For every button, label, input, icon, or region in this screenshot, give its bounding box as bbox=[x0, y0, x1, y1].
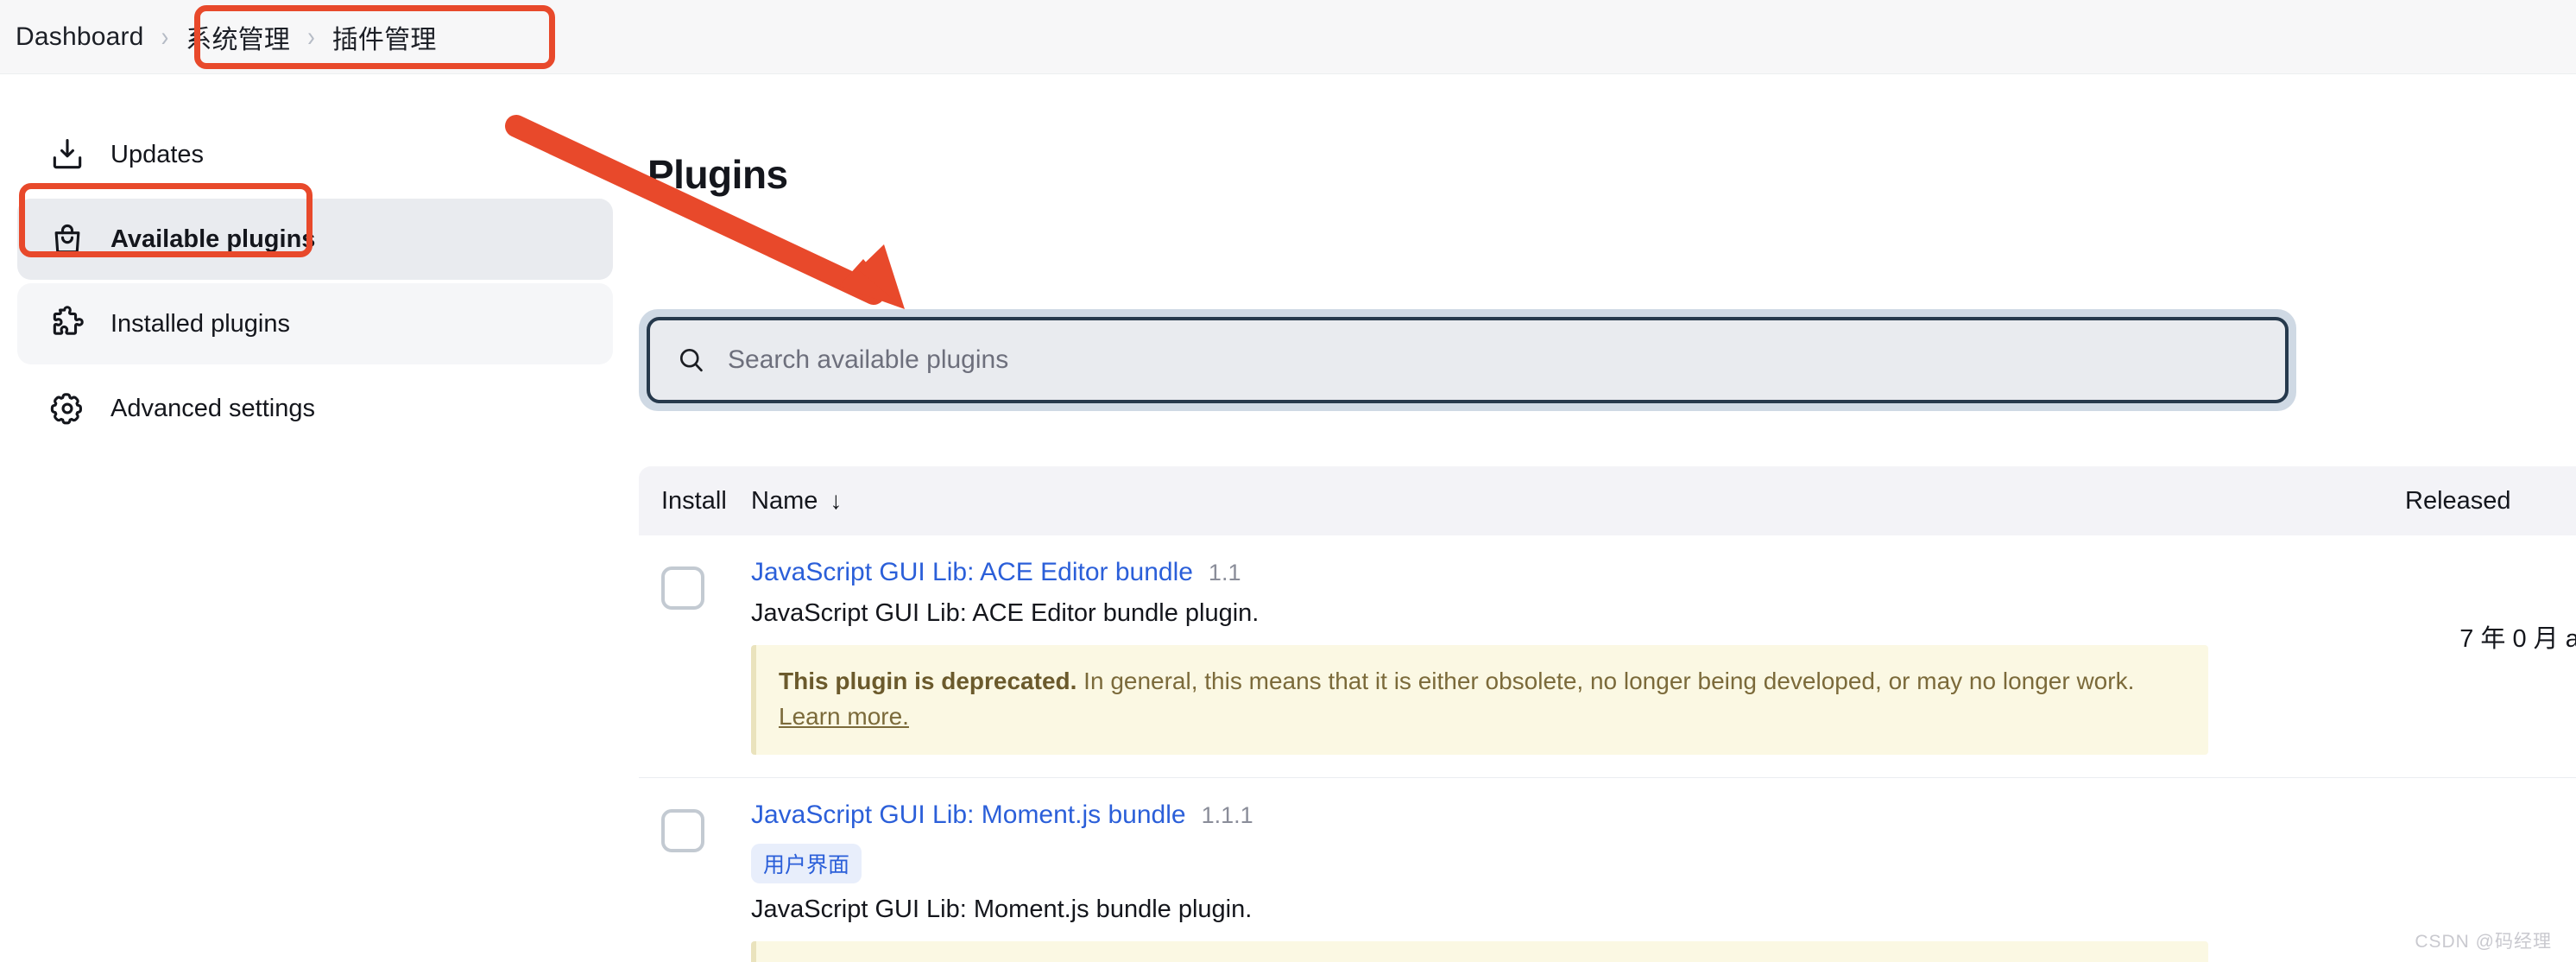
sidebar-item-advanced-settings[interactable]: Advanced settings bbox=[17, 368, 613, 449]
plugin-category-tag[interactable]: 用户界面 bbox=[751, 844, 862, 884]
plugin-info-cell: JavaScript GUI Lib: Moment.js bundle 1.1… bbox=[751, 801, 2576, 962]
search-field-wrapper: Search available plugins bbox=[639, 309, 2296, 411]
column-header-released: Released bbox=[2405, 486, 2511, 515]
breadcrumb-separator-icon: › bbox=[307, 20, 315, 53]
sidebar-item-label: Advanced settings bbox=[110, 394, 315, 422]
breadcrumb-item-system-management[interactable]: 系统管理 bbox=[179, 18, 297, 56]
plugin-description: JavaScript GUI Lib: ACE Editor bundle pl… bbox=[751, 599, 1260, 627]
search-placeholder: Search available plugins bbox=[728, 345, 1009, 374]
deprecation-warning: This plugin is deprecated. In general, t… bbox=[751, 941, 2208, 962]
search-icon bbox=[676, 345, 707, 376]
sidebar-item-installed-plugins[interactable]: Installed plugins bbox=[17, 283, 613, 364]
search-input[interactable]: Search available plugins bbox=[647, 317, 2289, 403]
plugin-description: JavaScript GUI Lib: Moment.js bundle plu… bbox=[751, 896, 1253, 924]
page-title: Plugins bbox=[647, 151, 788, 197]
table-row: JavaScript GUI Lib: Moment.js bundle 1.1… bbox=[639, 778, 2576, 962]
gear-icon bbox=[48, 389, 86, 427]
sidebar-item-label: Available plugins bbox=[110, 225, 316, 253]
table-header-row: Install Name ↓ Released bbox=[639, 466, 2576, 535]
deprecation-warning-title: This plugin is deprecated. bbox=[779, 668, 1077, 694]
deprecation-warning-body: In general, this means that it is either… bbox=[1076, 668, 2135, 694]
download-box-icon bbox=[48, 136, 86, 174]
sidebar-item-label: Updates bbox=[110, 140, 205, 168]
shopping-bag-icon bbox=[48, 220, 86, 258]
plugin-version: 1.1.1 bbox=[1201, 802, 1253, 829]
app-root: Dashboard › 系统管理 › 插件管理 Updates Availabl… bbox=[0, 0, 2576, 962]
sort-descending-icon: ↓ bbox=[830, 487, 843, 514]
plugin-version: 1.1 bbox=[1208, 560, 1241, 585]
watermark: CSDN @码经理 bbox=[2415, 932, 2552, 952]
sidebar: Updates Available plugins Installed plug… bbox=[0, 74, 630, 962]
sidebar-item-updates[interactable]: Updates bbox=[17, 114, 613, 195]
plugin-info-cell: JavaScript GUI Lib: ACE Editor bundle 1.… bbox=[751, 558, 2576, 756]
plugin-name-link[interactable]: JavaScript GUI Lib: Moment.js bundle bbox=[751, 801, 1186, 830]
breadcrumb-separator-icon: › bbox=[161, 20, 169, 53]
sidebar-item-label: Installed plugins bbox=[110, 309, 290, 338]
install-checkbox[interactable] bbox=[661, 809, 704, 853]
plugin-name-link[interactable]: JavaScript GUI Lib: ACE Editor bundle bbox=[751, 558, 1193, 587]
deprecation-warning: This plugin is deprecated. In general, t… bbox=[751, 645, 2208, 756]
plugins-table: Install Name ↓ Released JavaScript GUI L… bbox=[639, 466, 2576, 962]
learn-more-link[interactable]: Learn more. bbox=[779, 703, 909, 730]
puzzle-piece-icon bbox=[48, 305, 86, 343]
column-header-name[interactable]: Name ↓ bbox=[751, 487, 842, 516]
breadcrumb: Dashboard › 系统管理 › 插件管理 bbox=[0, 0, 2576, 74]
breadcrumb-item-dashboard[interactable]: Dashboard bbox=[9, 22, 151, 52]
column-header-install: Install bbox=[661, 486, 727, 515]
main-content: Plugins Search available plugins Install… bbox=[630, 74, 2576, 962]
sidebar-item-available-plugins[interactable]: Available plugins bbox=[17, 199, 613, 280]
install-checkbox[interactable] bbox=[661, 566, 704, 610]
breadcrumb-item-plugin-management[interactable]: 插件管理 bbox=[325, 18, 444, 56]
table-row: JavaScript GUI Lib: ACE Editor bundle 1.… bbox=[639, 535, 2576, 779]
column-header-name-label: Name bbox=[751, 486, 818, 515]
plugin-released-date: 7 年 0 月 ag bbox=[2459, 625, 2576, 653]
